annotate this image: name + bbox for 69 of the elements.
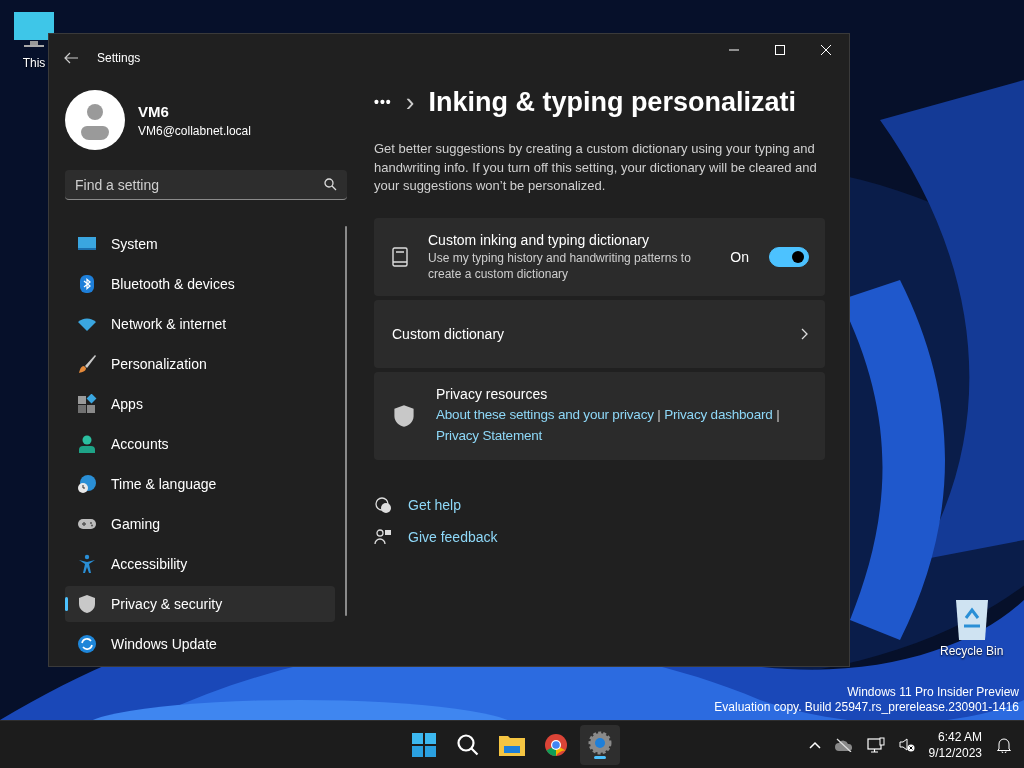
- account-name: VM6: [138, 102, 170, 120]
- chevron-right-icon: [799, 326, 809, 341]
- maximize-icon: [775, 45, 785, 55]
- sidebar-item[interactable]: Windows Update: [65, 626, 335, 662]
- windows-logo-icon: [412, 733, 436, 757]
- close-icon: [821, 45, 831, 55]
- sidebar-item[interactable]: Apps: [65, 386, 335, 422]
- browser-icon: [544, 733, 568, 757]
- sidebar-item[interactable]: Gaming: [65, 506, 335, 542]
- accessibility-icon: [77, 554, 97, 574]
- account-email: VM6@collabnet.local: [138, 123, 251, 138]
- folder-icon: [499, 734, 525, 756]
- page-title: Inking & typing personalizati: [428, 86, 796, 118]
- sidebar-item[interactable]: Accounts: [65, 426, 335, 462]
- globe-clock-icon: [77, 474, 97, 494]
- more-button[interactable]: •••: [374, 94, 392, 110]
- desktop-icon-label[interactable]: Recycle Bin: [940, 644, 1004, 658]
- setting-description: Use my typing history and handwriting patterns to create a custom dictionary: [428, 249, 692, 282]
- shield-icon: [77, 594, 97, 614]
- feedback-icon: [374, 527, 392, 546]
- brush-icon: [77, 354, 97, 374]
- sidebar-item[interactable]: Time & language: [65, 466, 335, 502]
- search-icon: [456, 733, 480, 757]
- privacy-link[interactable]: Privacy Statement: [436, 427, 543, 443]
- back-icon[interactable]: [63, 50, 79, 66]
- notification-bell-icon[interactable]: [996, 737, 1012, 753]
- page-description: Get better suggestions by creating a custom dictionary using your typing and handwriting info. If you turn off this setting, your dictionary will be cleared and your suggestions won’t be personalized.: [374, 140, 818, 195]
- settings-icon: [588, 731, 612, 759]
- search-field[interactable]: Find a setting: [65, 170, 347, 200]
- sidebar-item[interactable]: Network & internet: [65, 306, 335, 342]
- settings-taskbar-button[interactable]: [580, 725, 620, 765]
- setting-card[interactable]: Custom dictionary: [374, 299, 825, 368]
- toggle-state-label: On: [730, 248, 749, 265]
- sync-icon: [77, 634, 97, 654]
- sidebar-item[interactable]: Personalization: [65, 346, 335, 382]
- search-icon: [324, 178, 337, 191]
- clock[interactable]: 6:42 AM 9/12/2023: [928, 730, 982, 760]
- avatar: [65, 90, 125, 150]
- sidebar-item[interactable]: Privacy & security: [65, 586, 335, 622]
- toggle-switch[interactable]: [769, 246, 809, 267]
- chevron-up-icon[interactable]: [808, 741, 821, 749]
- help-link[interactable]: Give feedback: [408, 528, 498, 545]
- network-icon[interactable]: [866, 737, 885, 753]
- build-info-text: Evaluation copy. Build 25947.rs_prerelease.230901-1416: [714, 700, 1019, 714]
- desktop-icon-label[interactable]: This: [22, 56, 46, 70]
- setting-title: Custom inking and typing dictionary: [428, 231, 650, 248]
- privacy-link[interactable]: About these settings and your privacy: [436, 406, 654, 422]
- setting-title: Privacy resources: [436, 385, 549, 402]
- link-divider: |: [657, 406, 661, 422]
- help-chat-icon: [374, 495, 392, 514]
- window-title: Settings: [97, 51, 141, 65]
- sidebar-item[interactable]: Bluetooth & devices: [65, 266, 335, 302]
- bluetooth-icon: [77, 274, 97, 294]
- link-divider: |: [776, 406, 780, 422]
- shield-icon: [392, 403, 416, 428]
- volume-muted-icon[interactable]: [898, 737, 915, 753]
- search-input[interactable]: Find a setting: [75, 176, 324, 193]
- cloud-off-icon[interactable]: [834, 738, 853, 752]
- help-link[interactable]: Get help: [408, 496, 461, 513]
- build-info-text: Windows 11 Pro Insider Preview: [846, 685, 1019, 699]
- apps-icon: [77, 394, 97, 414]
- selection-indicator: [65, 597, 68, 611]
- sidebar-item[interactable]: System: [65, 226, 335, 262]
- person-icon: [77, 434, 97, 454]
- sidebar-item[interactable]: Accessibility: [65, 546, 335, 582]
- setting-title: Custom dictionary: [392, 325, 506, 342]
- privacy-link[interactable]: Privacy dashboard: [664, 406, 773, 422]
- book-icon: [392, 246, 408, 267]
- breadcrumb-separator: ›: [405, 86, 415, 118]
